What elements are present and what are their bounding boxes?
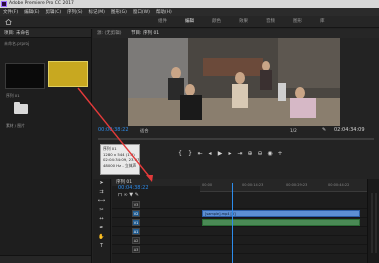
track-label[interactable]: V1 bbox=[132, 219, 140, 226]
ruler-label: 00:00:14:23 bbox=[242, 183, 264, 187]
window-title: Adobe Premiere Pro CC 2017 bbox=[9, 1, 74, 6]
monitor-tabs: 源: (无剪辑) 节目: 序列 01 bbox=[93, 29, 379, 38]
step-forward-icon[interactable]: ▸ bbox=[225, 150, 235, 157]
timeline-toolbar: ⊓ ∞ ▼ ✎ bbox=[118, 192, 198, 198]
tooltip-line: 48000 Hz - 立体声 bbox=[103, 162, 137, 168]
track-label[interactable]: V2 bbox=[132, 210, 140, 217]
pen-tool-icon[interactable]: ✒ bbox=[93, 224, 110, 233]
tools-panel: ➤ ⇉ ⟷ ✂ ↔ ✒ ✋ T bbox=[93, 179, 111, 263]
export-frame-icon[interactable]: ◉ bbox=[265, 150, 275, 157]
timeline-playhead[interactable] bbox=[232, 183, 233, 263]
timeline-timecode[interactable]: 00:04:38:22 bbox=[118, 185, 149, 191]
track-select-tool-icon[interactable]: ⇉ bbox=[93, 188, 110, 197]
go-to-out-icon[interactable]: ⇥ bbox=[235, 150, 245, 157]
workspace-tab[interactable]: 库 bbox=[320, 16, 325, 28]
project-item-caption: 序列 01 bbox=[6, 93, 20, 98]
resolution-dropdown[interactable]: 1/2 bbox=[290, 128, 297, 133]
ruler-label: 00:00 bbox=[202, 183, 213, 187]
project-panel-tab[interactable]: 项目: 未命名 bbox=[0, 29, 91, 38]
playhead-timecode[interactable]: 00:00:38:22 bbox=[98, 127, 129, 133]
project-bottom-toolbar bbox=[0, 255, 91, 263]
insert-icon[interactable]: ⊕ bbox=[245, 150, 255, 157]
add-marker-icon[interactable]: ▼ bbox=[129, 192, 133, 198]
ruler-label: 00:00:29:23 bbox=[286, 183, 308, 187]
wrench-icon[interactable]: ✎ bbox=[322, 127, 326, 133]
duration-timecode: 02:04:34:09 bbox=[334, 127, 365, 133]
linked-selection-icon[interactable]: ∞ bbox=[124, 192, 128, 198]
add-button-icon[interactable]: + bbox=[275, 150, 285, 157]
menu-bar: 文件(F) 编辑(E) 剪辑(C) 序列(S) 标记(M) 图形(G) 窗口(W) 帮助(H) bbox=[0, 8, 379, 16]
track-label[interactable]: A2 bbox=[132, 237, 140, 244]
tab-source[interactable]: 源: (无剪辑) bbox=[93, 31, 125, 36]
video-scene-illustration bbox=[128, 38, 340, 126]
tab-program[interactable]: 节目: 序列 01 bbox=[127, 31, 163, 36]
workspace-tab[interactable]: 图形 bbox=[293, 16, 302, 28]
project-path: 未命名.prproj bbox=[4, 41, 30, 46]
tooltip-line: 02:04:34:09, 23.976p bbox=[103, 157, 140, 162]
hand-tool-icon[interactable]: ✋ bbox=[93, 233, 110, 242]
premiere-app-icon bbox=[1, 1, 7, 7]
track-row-a3: A3 bbox=[112, 245, 367, 254]
mark-in-icon[interactable]: { bbox=[175, 150, 185, 157]
ruler-label: 00:00:44:22 bbox=[328, 183, 350, 187]
workspace-tab[interactable]: 组件 bbox=[158, 16, 167, 28]
ripple-edit-tool-icon[interactable]: ⟷ bbox=[93, 197, 110, 206]
audio-meter bbox=[367, 179, 379, 263]
home-icon[interactable] bbox=[5, 19, 12, 25]
snap-icon[interactable]: ⊓ bbox=[118, 192, 122, 198]
mark-out-icon[interactable]: } bbox=[185, 150, 195, 157]
track-row-v3: V3 bbox=[112, 200, 367, 209]
audio-clip[interactable] bbox=[202, 219, 360, 226]
project-item-sequence[interactable]: 序列 01 bbox=[5, 63, 45, 98]
step-back-icon[interactable]: ◂ bbox=[205, 150, 215, 157]
overwrite-icon[interactable]: ⊖ bbox=[255, 150, 265, 157]
workspace-tab-edit[interactable]: 编辑 bbox=[185, 16, 194, 28]
title-bar: Adobe Premiere Pro CC 2017 bbox=[0, 0, 379, 8]
transport-controls: {} ⇤ ◂ ▶ ▸ ⇥ ⊕ ⊖ ◉ + bbox=[175, 150, 325, 158]
monitor-scrubber[interactable] bbox=[98, 138, 374, 140]
slip-tool-icon[interactable]: ↔ bbox=[93, 215, 110, 224]
workspace-tab[interactable]: 效果 bbox=[239, 16, 248, 28]
type-tool-icon[interactable]: T bbox=[93, 242, 110, 251]
audio-meter-left bbox=[371, 193, 373, 253]
track-row-a2: A2 bbox=[112, 236, 367, 245]
track-label[interactable]: A3 bbox=[132, 246, 140, 253]
timeline-ruler[interactable]: 00:00 00:00:14:23 00:00:29:23 00:00:44:2… bbox=[200, 183, 367, 192]
timeline-settings-icon[interactable]: ✎ bbox=[135, 192, 139, 198]
workspace-bar: 组件 编辑 颜色 效果 音频 图形 库 bbox=[0, 16, 379, 28]
sequence-tooltip: 序列 01 1280 x 544 (1.0) 02:04:34:09, 23.9… bbox=[100, 144, 140, 175]
video-frame[interactable] bbox=[128, 38, 340, 126]
track-label[interactable]: A1 bbox=[132, 228, 140, 235]
project-item-selected-clip[interactable] bbox=[48, 61, 88, 87]
fit-dropdown[interactable]: 适合 bbox=[140, 128, 148, 134]
play-icon[interactable]: ▶ bbox=[215, 150, 225, 157]
workspace-tab[interactable]: 音频 bbox=[266, 16, 275, 28]
workspace-tab[interactable]: 颜色 bbox=[212, 16, 221, 28]
folder-caption: 素材 / 图片 bbox=[6, 123, 25, 128]
go-to-in-icon[interactable]: ⇤ bbox=[195, 150, 205, 157]
folder-icon[interactable] bbox=[14, 102, 28, 114]
audio-meter-right bbox=[375, 193, 377, 253]
project-panel: 项目: 未命名 未命名.prproj 序列 01 素材 / 图片 bbox=[0, 29, 92, 263]
track-label[interactable]: V3 bbox=[132, 201, 140, 208]
razor-tool-icon[interactable]: ✂ bbox=[93, 206, 110, 215]
video-clip[interactable]: [sample].mp4 [V] bbox=[202, 210, 360, 217]
track-row-a1: A1 bbox=[112, 227, 367, 236]
selection-tool-icon[interactable]: ➤ bbox=[93, 179, 110, 188]
